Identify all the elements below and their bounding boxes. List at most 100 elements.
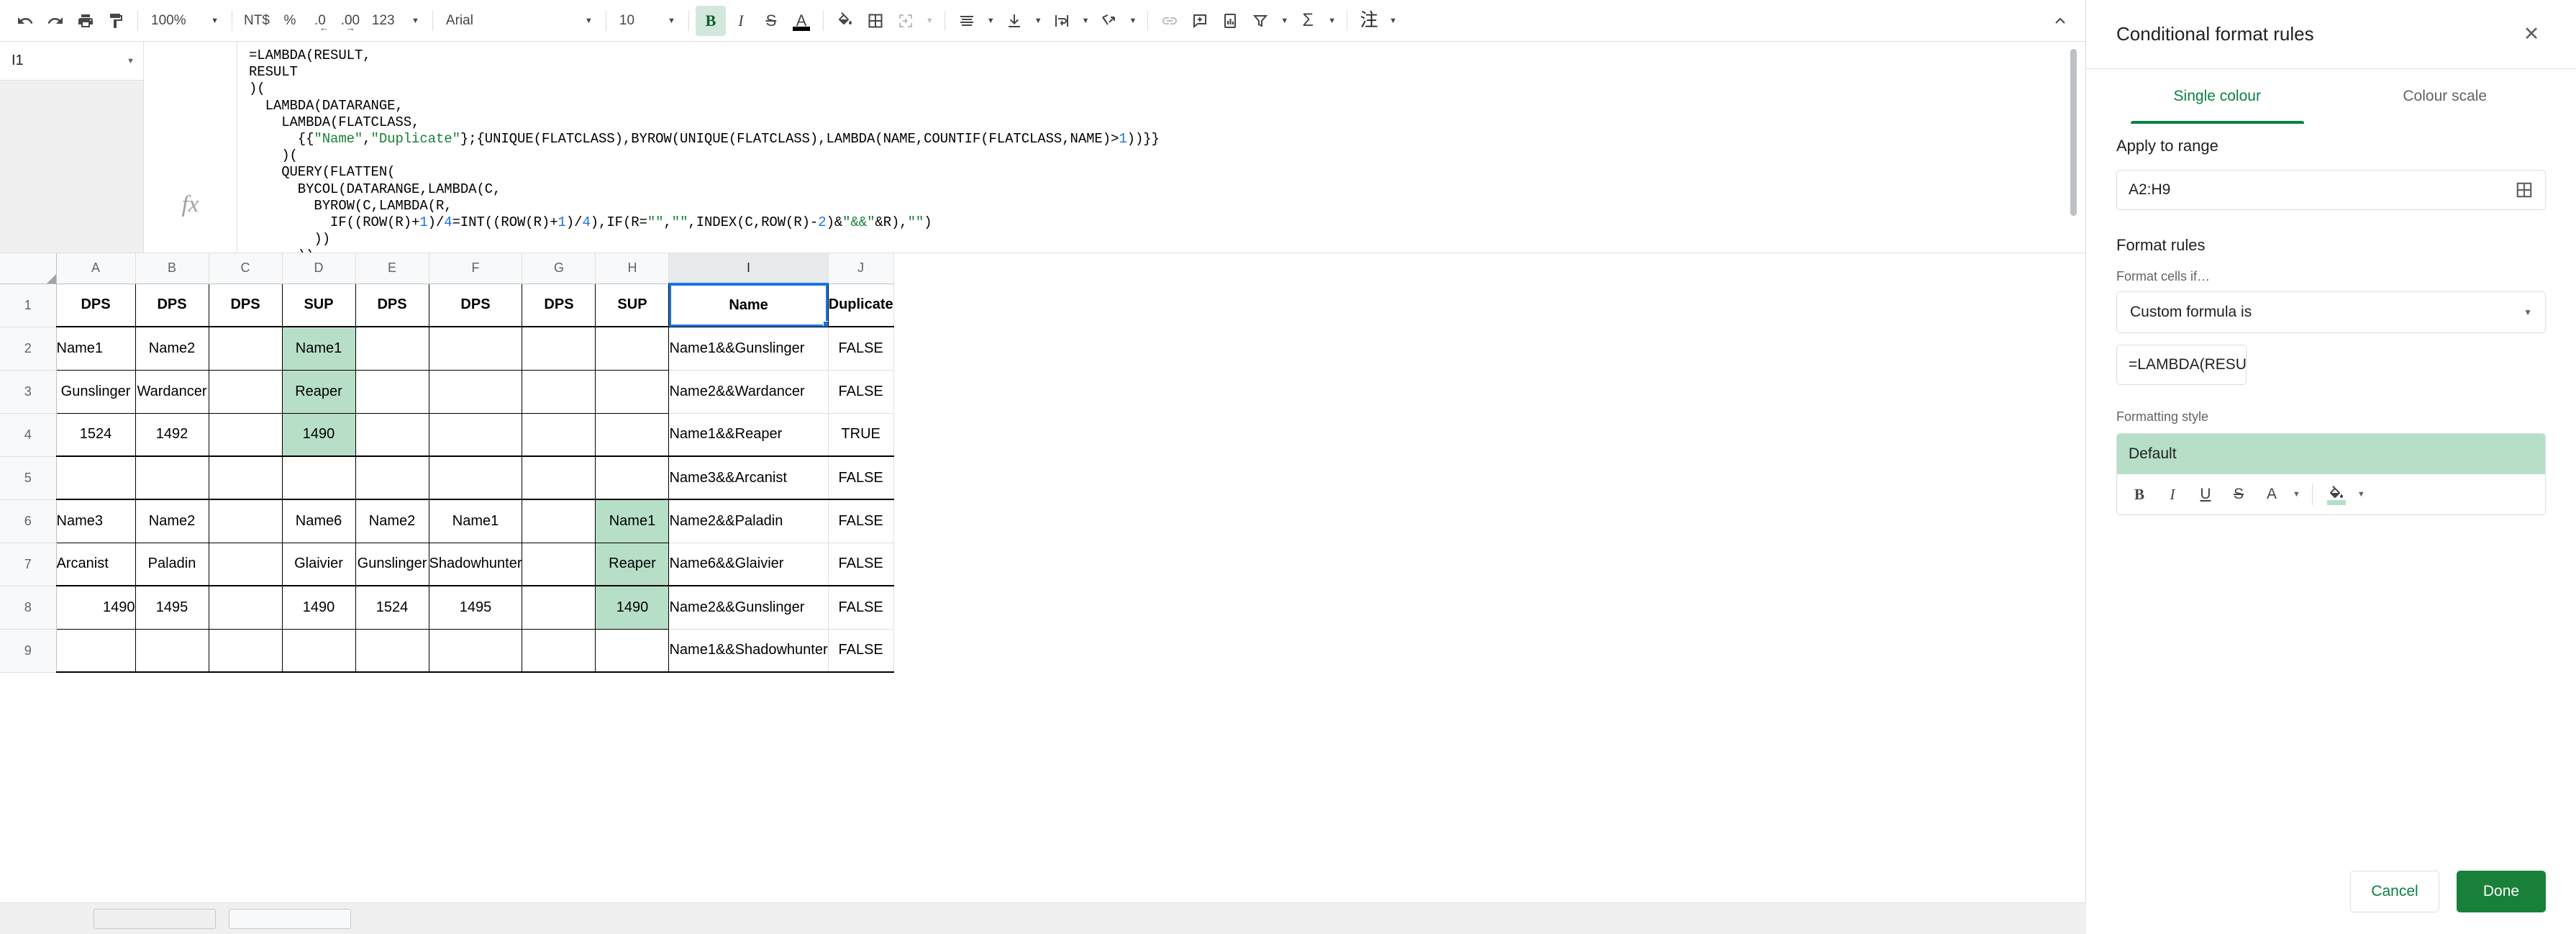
insert-chart-icon[interactable] [1215, 6, 1245, 36]
percent-format-button[interactable]: % [275, 6, 305, 36]
cell-F4[interactable] [429, 413, 523, 457]
cell-G2[interactable] [522, 327, 596, 371]
cell-C7[interactable] [209, 543, 283, 586]
cell-B9[interactable] [135, 629, 209, 673]
cell-H8[interactable]: 1490 [595, 586, 670, 630]
borders-icon[interactable] [860, 6, 891, 36]
cell-A7[interactable]: Arcanist [55, 543, 136, 586]
cell-C9[interactable] [209, 629, 283, 673]
text-color-button[interactable]: A [786, 6, 816, 36]
print-icon[interactable] [70, 6, 101, 36]
cell-F8[interactable]: 1495 [429, 586, 523, 630]
filter-icon[interactable] [1245, 6, 1275, 36]
close-icon[interactable]: ✕ [2516, 19, 2547, 50]
row-header-1[interactable]: 1 [0, 284, 57, 327]
cell-J8[interactable]: FALSE [828, 586, 894, 630]
cell-D7[interactable]: Glaivier [282, 543, 356, 586]
cancel-button[interactable]: Cancel [2350, 871, 2439, 912]
style-preview[interactable]: Default [2117, 434, 2545, 474]
row-header-8[interactable]: 8 [0, 586, 57, 630]
column-header-g[interactable]: G [522, 253, 596, 284]
formula-bar-scrollbar[interactable] [2070, 49, 2077, 216]
name-box[interactable]: I1 ▼ [0, 42, 143, 81]
cell-G7[interactable] [522, 543, 596, 586]
notes-button[interactable]: 注 [1354, 6, 1384, 36]
cell-I7[interactable]: Name6&&Glaivier [668, 543, 829, 586]
style-italic-button[interactable]: I [2157, 479, 2188, 509]
cell-A4[interactable]: 1524 [55, 413, 136, 457]
chevron-down-icon[interactable]: ▼ [2354, 490, 2368, 499]
increase-decimal-button[interactable]: .00 → [335, 6, 365, 36]
cell-I8[interactable]: Name2&&Gunslinger [668, 586, 829, 630]
cell-J2[interactable]: FALSE [828, 327, 894, 371]
cell-A8[interactable]: 1490 [55, 586, 136, 630]
row-header-5[interactable]: 5 [0, 456, 57, 500]
column-header-f[interactable]: F [429, 253, 523, 284]
cell-H7[interactable]: Reaper [595, 543, 670, 586]
style-underline-button[interactable]: U [2190, 479, 2221, 509]
font-family-selector[interactable]: Arial ▼ [440, 6, 599, 36]
cell-D9[interactable] [282, 629, 356, 673]
chevron-down-icon[interactable]: ▼ [1280, 17, 1288, 25]
cell-I3[interactable]: Name2&&Wardancer [668, 370, 829, 414]
tab-single-colour[interactable]: Single colour [2103, 69, 2331, 124]
cell-E8[interactable]: 1524 [355, 586, 429, 630]
insert-link-icon[interactable] [1155, 6, 1185, 36]
chevron-down-icon[interactable]: ▼ [1389, 17, 1397, 25]
cell-B7[interactable]: Paladin [135, 543, 209, 586]
collapse-toolbar-icon[interactable] [2045, 6, 2075, 36]
cell-H3[interactable] [595, 370, 670, 414]
cell-E2[interactable] [355, 327, 429, 371]
cell-E3[interactable] [355, 370, 429, 414]
cell-H9[interactable] [595, 629, 670, 673]
cell-C3[interactable] [209, 370, 283, 414]
cell-H6[interactable]: Name1 [595, 499, 670, 543]
column-header-i[interactable]: I [668, 253, 829, 284]
style-fill-color-button[interactable] [2321, 479, 2352, 509]
currency-format-button[interactable]: NT$ [239, 6, 275, 36]
chevron-down-icon[interactable]: ▼ [2290, 490, 2303, 499]
cell-G4[interactable] [522, 413, 596, 457]
cell-H2[interactable] [595, 327, 670, 371]
chevron-down-icon[interactable]: ▼ [1328, 17, 1336, 25]
row-header-2[interactable]: 2 [0, 327, 57, 371]
cell-D4[interactable]: 1490 [282, 413, 356, 457]
select-data-range-icon[interactable] [2515, 181, 2534, 199]
cell-C8[interactable] [209, 586, 283, 630]
cell-B4[interactable]: 1492 [135, 413, 209, 457]
cell-C6[interactable] [209, 499, 283, 543]
cell-H1[interactable]: SUP [595, 284, 670, 327]
cell-C5[interactable] [209, 456, 283, 500]
cell-B5[interactable] [135, 456, 209, 500]
cell-D3[interactable]: Reaper [282, 370, 356, 414]
cell-G1[interactable]: DPS [522, 284, 596, 327]
undo-icon[interactable] [10, 6, 40, 36]
cell-C4[interactable] [209, 413, 283, 457]
cell-B6[interactable]: Name2 [135, 499, 209, 543]
sheet-tab-placeholder-2[interactable] [229, 908, 351, 929]
cell-I4[interactable]: Name1&&Reaper [668, 413, 829, 457]
cell-H5[interactable] [595, 456, 670, 500]
cell-A2[interactable]: Name1 [55, 327, 136, 371]
style-bold-button[interactable]: B [2124, 479, 2154, 509]
sheet-tab-placeholder-1[interactable] [94, 908, 216, 929]
cell-J4[interactable]: TRUE [828, 413, 894, 457]
style-strikethrough-button[interactable]: S [2224, 479, 2254, 509]
cell-B3[interactable]: Wardancer [135, 370, 209, 414]
cell-D2[interactable]: Name1 [282, 327, 356, 371]
insert-comment-icon[interactable] [1185, 6, 1215, 36]
cell-G5[interactable] [522, 456, 596, 500]
text-wrap-icon[interactable] [1047, 6, 1077, 36]
cell-F1[interactable]: DPS [429, 284, 523, 327]
cell-I2[interactable]: Name1&&Gunslinger [668, 327, 829, 371]
font-size-selector[interactable]: 10 ▼ [613, 6, 682, 36]
number-format-selector[interactable]: 123 ▼ [365, 6, 426, 36]
cell-D8[interactable]: 1490 [282, 586, 356, 630]
cell-J6[interactable]: FALSE [828, 499, 894, 543]
fill-color-icon[interactable] [830, 6, 860, 36]
cell-A9[interactable] [55, 629, 136, 673]
decrease-decimal-button[interactable]: .0 ← [305, 6, 335, 36]
done-button[interactable]: Done [2457, 871, 2546, 912]
cell-D6[interactable]: Name6 [282, 499, 356, 543]
column-header-j[interactable]: J [828, 253, 894, 284]
